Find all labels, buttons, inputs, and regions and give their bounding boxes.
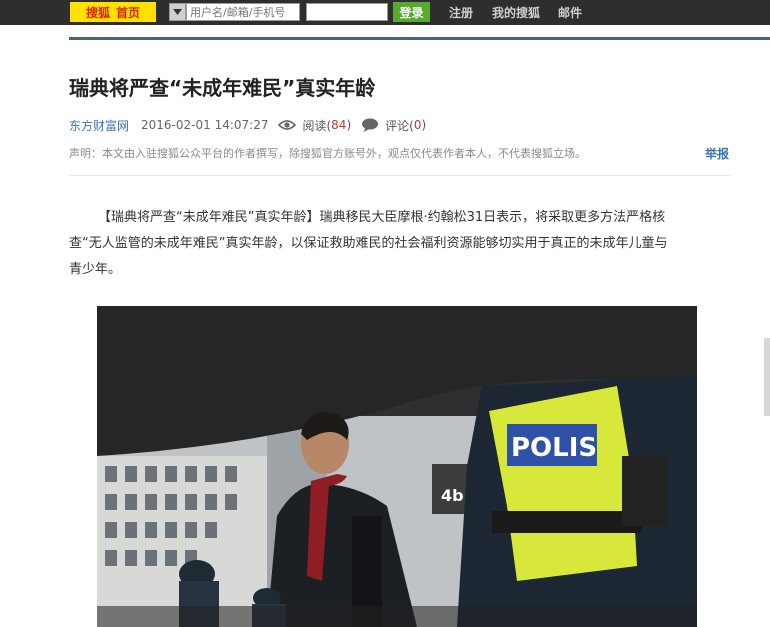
article-top-rule <box>69 37 770 40</box>
comment-close[interactable]: ) <box>421 118 426 132</box>
sohu-home-logo[interactable]: 搜狐 首页 <box>70 2 156 22</box>
side-scroll-edge[interactable] <box>764 338 770 416</box>
username-input[interactable] <box>186 3 300 21</box>
eye-icon <box>278 119 297 131</box>
comment-icon[interactable] <box>361 118 379 132</box>
report-link[interactable]: 举报 <box>705 145 729 162</box>
logo-brand-text: 搜狐 <box>85 5 110 20</box>
comment-count[interactable]: 0 <box>414 118 422 132</box>
password-input[interactable] <box>306 3 388 21</box>
comment-label[interactable]: 评论( <box>385 117 414 134</box>
my-sohu-link[interactable]: 我的搜狐 <box>492 4 540 21</box>
read-count: 84 <box>331 118 347 132</box>
read-label: 阅读( <box>302 118 332 133</box>
read-close: ) <box>346 118 352 132</box>
mail-link[interactable]: 邮件 <box>558 4 582 21</box>
disclaimer-notice: 声明：本文由入驻搜狐公众平台的作者撰写，除搜狐官方账号外，观点仅代表作者本人，不… <box>69 147 586 160</box>
police-vest-text: POLIS <box>511 433 597 463</box>
logo-home-text: 首页 <box>116 5 141 20</box>
platform-sign-text: 4b <box>441 486 464 505</box>
top-nav-bar: 搜狐 首页 登录 注册 我的搜狐 邮件 <box>0 0 770 25</box>
body-line: 【瑞典将严查“未成年难民”真实年龄】瑞典移民大臣摩根·约翰松31日表示，将采取更… <box>98 210 666 225</box>
login-type-dropdown[interactable] <box>169 3 186 21</box>
publish-time: 2016-02-01 14:07:27 <box>141 118 269 132</box>
body-line: 青少年。 <box>69 262 122 277</box>
article-photo: 4b POLIS <box>97 306 697 627</box>
header-divider <box>69 175 730 176</box>
register-link[interactable]: 注册 <box>449 4 473 21</box>
article-title: 瑞典将严查“未成年难民”真实年龄 <box>69 76 376 100</box>
body-line: 查“无人监管的未成年难民”真实年龄，以保证救助难民的社会福利资源能够切实用于真正… <box>69 236 668 251</box>
chevron-down-icon <box>173 9 182 15</box>
article-meta: 东方财富网 2016-02-01 14:07:27 阅读(84) 评论(0) <box>69 117 426 133</box>
login-button[interactable]: 登录 <box>393 2 430 22</box>
source-link[interactable]: 东方财富网 <box>69 117 129 134</box>
article-body: 【瑞典将严查“未成年难民”真实年龄】瑞典移民大臣摩根·约翰松31日表示，将采取更… <box>69 205 737 283</box>
